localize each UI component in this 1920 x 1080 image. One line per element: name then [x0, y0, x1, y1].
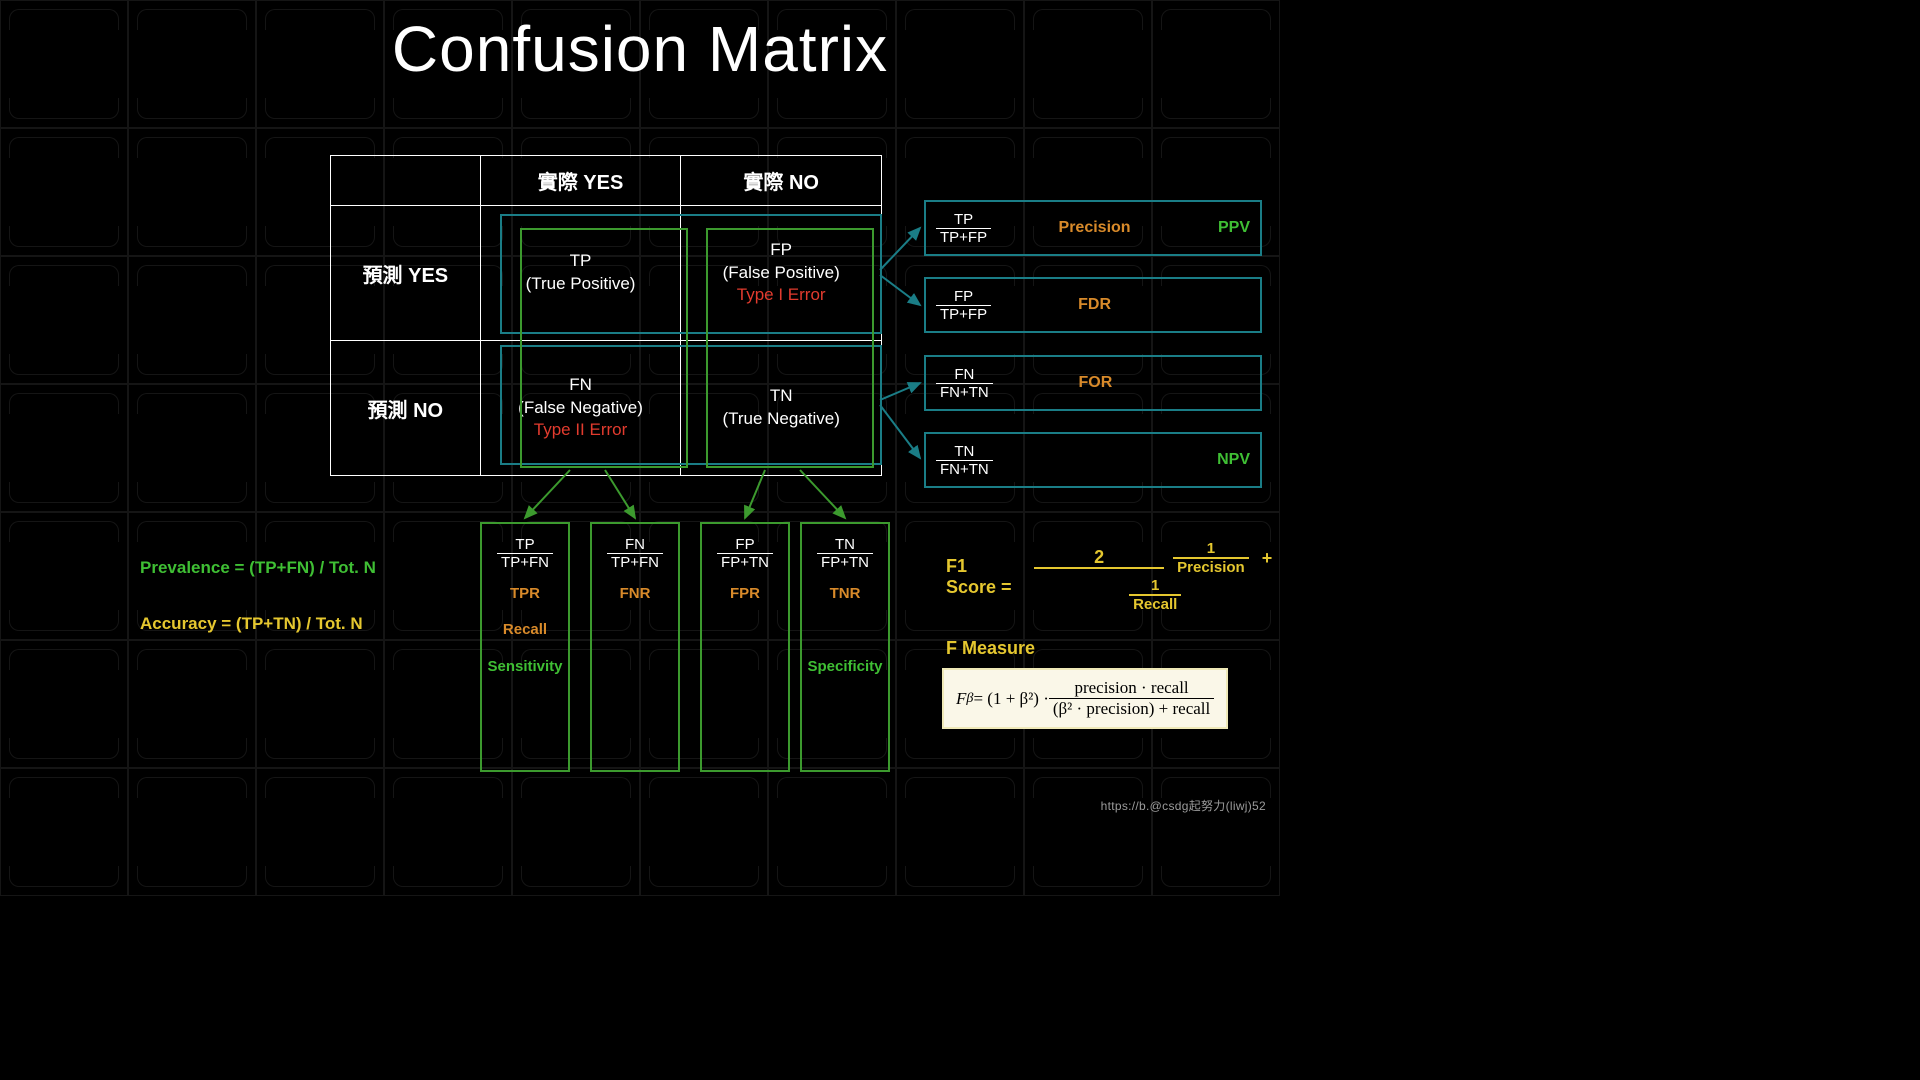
col-metric-fnr: FNTP+FN FNR: [590, 522, 680, 772]
row-metric-fdr: FPTP+FP FDR: [924, 277, 1262, 333]
fdr-fraction: FPTP+FP: [936, 288, 991, 323]
fnr-fraction: FNTP+FN: [607, 536, 663, 572]
col-highlight-actual-yes: [520, 228, 688, 468]
fdr-label: FDR: [1009, 296, 1180, 314]
precision-label: Precision: [1009, 219, 1180, 237]
fbeta-sub: β: [966, 690, 973, 707]
row-header-predicted-no: 預測 NO: [331, 341, 481, 476]
row-metric-precision: TPTP+FP Precision PPV: [924, 200, 1262, 256]
ppv-label: PPV: [1180, 219, 1250, 237]
f1-label: F1 Score =: [946, 556, 1020, 598]
row-metric-npv: TNFN+TN NPV: [924, 432, 1262, 488]
fbeta-lhs: F: [956, 689, 966, 709]
fpr-abbr: FPR: [702, 585, 788, 602]
page-title: Confusion Matrix: [0, 12, 1280, 86]
npv-label: NPV: [1180, 451, 1250, 469]
tpr-alt-sensitivity: Sensitivity: [482, 658, 568, 675]
tnr-abbr: TNR: [802, 585, 888, 602]
col-highlight-actual-no: [706, 228, 874, 468]
fbeta-eq: = (1 + β²) ·: [973, 689, 1048, 709]
tpr-fraction: TPTP+FN: [497, 536, 553, 572]
fpr-fraction: FPFP+TN: [717, 536, 773, 572]
tpr-alt-recall: Recall: [482, 621, 568, 638]
col-metric-tnr: TNFP+TN TNR Specificity: [800, 522, 890, 772]
npv-fraction: TNFN+TN: [936, 443, 993, 478]
f1-numerator: 2: [1034, 547, 1164, 569]
col-header-actual-no: 實際 NO: [681, 156, 882, 206]
for-fraction: FNFN+TN: [936, 366, 993, 401]
fnr-abbr: FNR: [592, 585, 678, 602]
accuracy-formula: Accuracy = (TP+TN) / Tot. N: [140, 614, 363, 634]
fbeta-fraction: precision · recall (β² · precision) + re…: [1049, 678, 1214, 719]
tnr-fraction: TNFP+TN: [817, 536, 873, 572]
tnr-alt-blank: [802, 621, 888, 638]
col-metric-fpr: FPFP+TN FPR: [700, 522, 790, 772]
corner-cell: [331, 156, 481, 206]
prevalence-formula: Prevalence = (TP+FN) / Tot. N: [140, 558, 376, 578]
f-measure-formula: Fβ = (1 + β²) · precision · recall (β² ·…: [942, 668, 1228, 729]
col-header-actual-yes: 實際 YES: [480, 156, 681, 206]
precision-fraction: TPTP+FP: [936, 211, 991, 246]
f1-plus: +: [1262, 548, 1273, 568]
row-metric-for: FNFN+TN FOR: [924, 355, 1262, 411]
f1-score-formula: F1 Score = 2 1Precision + 1Recall: [946, 540, 1280, 613]
for-label: FOR: [1011, 374, 1180, 392]
f-measure-label: F Measure: [946, 638, 1035, 659]
watermark-text: https://b.@csdg起努力(liwj)52: [1101, 797, 1266, 814]
col-metric-tpr: TPTP+FN TPR Recall Sensitivity: [480, 522, 570, 772]
f1-denominator-right: 1Recall: [1129, 577, 1181, 614]
f1-denominator-left: 1Precision: [1173, 540, 1249, 577]
row-header-predicted-yes: 預測 YES: [331, 206, 481, 341]
tpr-abbr: TPR: [482, 585, 568, 602]
tnr-alt-specificity: Specificity: [802, 658, 888, 675]
